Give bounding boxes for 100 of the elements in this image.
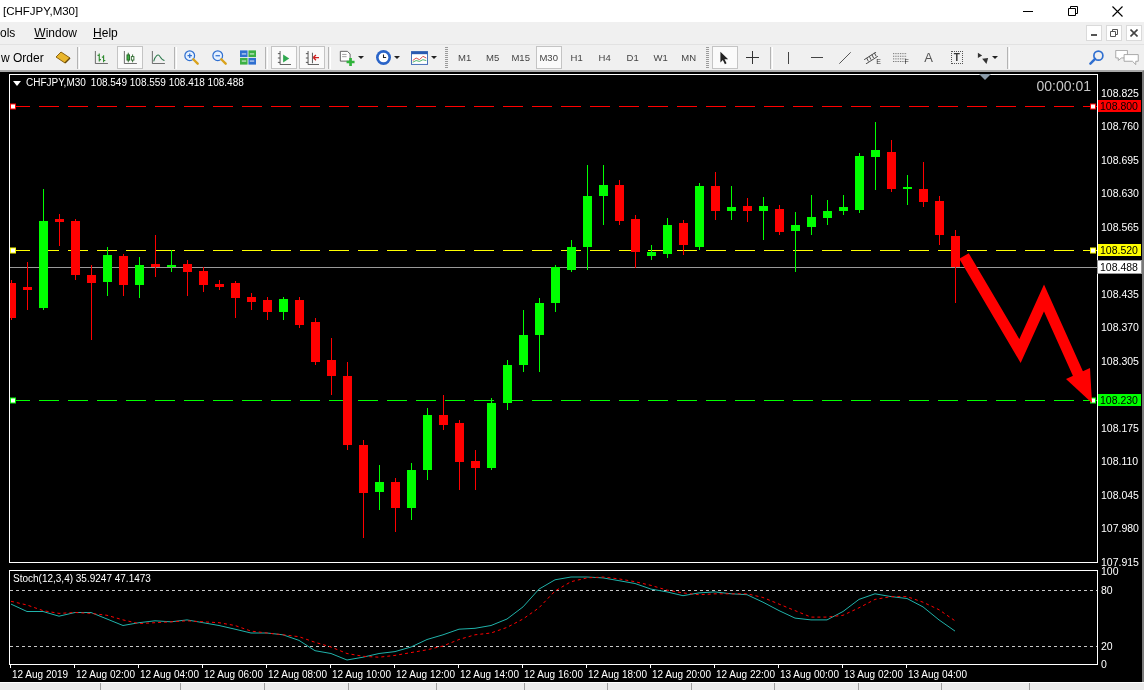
timeframe-tab[interactable]: MN bbox=[675, 46, 702, 69]
candle bbox=[407, 462, 416, 521]
indicator-title: Stoch(12,3,4) 35.9247 47.1473 bbox=[13, 573, 151, 585]
indicator-axis-label: 20 bbox=[1101, 641, 1113, 651]
timeframe-tab[interactable]: M15 bbox=[507, 46, 534, 69]
text-tool-button[interactable]: A bbox=[915, 46, 942, 69]
price-tag: 108.488 bbox=[1098, 261, 1141, 273]
price-axis-label: 107.980 bbox=[1101, 524, 1139, 533]
time-axis-label: 12 Aug 2019 bbox=[12, 669, 69, 680]
price-axis-label: 108.760 bbox=[1101, 122, 1139, 132]
clock-icon bbox=[375, 50, 391, 65]
candle bbox=[199, 266, 208, 293]
bar-countdown: 00:00:01 bbox=[1036, 78, 1091, 94]
candle bbox=[599, 164, 608, 226]
text-label-button[interactable]: T bbox=[943, 46, 970, 69]
timeframe-tab[interactable]: H1 bbox=[563, 46, 590, 69]
candle bbox=[839, 194, 848, 216]
price-axis-label: 108.695 bbox=[1101, 155, 1139, 165]
candle bbox=[10, 279, 16, 321]
zoom-out-icon bbox=[212, 50, 228, 65]
vertical-line-icon bbox=[788, 51, 790, 64]
candle bbox=[567, 239, 576, 273]
candle bbox=[887, 139, 896, 193]
restore-button[interactable] bbox=[1106, 25, 1122, 41]
candle bbox=[615, 179, 624, 226]
menu-item[interactable]: Help bbox=[85, 22, 126, 44]
timeframe-tab[interactable]: M5 bbox=[479, 46, 506, 69]
line-handle-icon[interactable] bbox=[1090, 103, 1096, 110]
candle bbox=[503, 359, 512, 411]
cursor-button[interactable] bbox=[711, 46, 738, 69]
candle bbox=[855, 152, 864, 214]
close-button[interactable] bbox=[1126, 25, 1142, 41]
horizontal-line-icon bbox=[810, 57, 823, 58]
price-axis-label: 107.915 bbox=[1101, 557, 1139, 567]
time-axis-label: 12 Aug 02:00 bbox=[76, 669, 135, 680]
price-tag: 108.520 bbox=[1098, 244, 1141, 256]
candle bbox=[759, 196, 768, 241]
timeframe-tab[interactable]: W1 bbox=[647, 46, 674, 69]
eraser-icon bbox=[54, 51, 71, 64]
candle bbox=[711, 171, 720, 221]
candle bbox=[919, 161, 928, 208]
time-axis-label: 12 Aug 04:00 bbox=[140, 669, 199, 680]
indicator-axis-label: 0 bbox=[1101, 660, 1107, 670]
chart-quote: 108.549 108.559 108.418 108.488 bbox=[90, 77, 244, 89]
candle bbox=[215, 279, 224, 291]
minimize-icon bbox=[1091, 34, 1097, 36]
candle bbox=[807, 194, 816, 236]
price-axis-label: 108.370 bbox=[1101, 323, 1139, 333]
time-axis-label: 12 Aug 10:00 bbox=[332, 669, 391, 680]
time-axis-label: 12 Aug 14:00 bbox=[460, 669, 519, 680]
document-plus-icon bbox=[339, 49, 356, 66]
candle bbox=[71, 218, 80, 281]
candle bbox=[679, 219, 688, 256]
candle bbox=[167, 249, 176, 273]
indicator-axis-label: 80 bbox=[1101, 585, 1113, 595]
price-axis-label: 108.175 bbox=[1101, 423, 1139, 433]
new-order-button[interactable]: w Order bbox=[0, 46, 49, 69]
auto-scroll-button[interactable] bbox=[270, 46, 297, 69]
time-axis-label: 12 Aug 08:00 bbox=[268, 669, 327, 680]
chart-shift-button[interactable] bbox=[298, 46, 325, 69]
candle bbox=[823, 199, 832, 226]
price-axis-label: 108.110 bbox=[1101, 457, 1139, 467]
timeframe-tab[interactable]: H4 bbox=[591, 46, 618, 69]
caret-icon[interactable] bbox=[13, 80, 21, 86]
line-chart-icon bbox=[150, 51, 165, 64]
price-tag: 108.800 bbox=[1098, 100, 1141, 112]
candle bbox=[375, 464, 384, 511]
crosshair-icon bbox=[746, 51, 760, 64]
close-icon bbox=[1112, 5, 1123, 17]
candlestick-button[interactable] bbox=[116, 46, 143, 69]
restore-icon bbox=[1110, 29, 1118, 37]
time-axis-label: 12 Aug 06:00 bbox=[204, 669, 263, 680]
menu-item[interactable]: ols bbox=[0, 22, 27, 44]
time-axis-label: 13 Aug 04:00 bbox=[908, 669, 967, 680]
timeframe-tab[interactable]: M1 bbox=[451, 46, 478, 69]
grid-icon bbox=[239, 50, 256, 65]
candle bbox=[247, 292, 256, 311]
candle bbox=[295, 296, 304, 329]
time-axis-label: 12 Aug 20:00 bbox=[652, 669, 711, 680]
candle bbox=[279, 296, 288, 321]
triangle-marker-icon[interactable] bbox=[979, 74, 991, 80]
time-axis-label: 12 Aug 16:00 bbox=[524, 669, 583, 680]
candle bbox=[231, 280, 240, 319]
candle bbox=[743, 197, 752, 223]
menu-item[interactable]: Window bbox=[26, 22, 86, 44]
timeframe-tab[interactable]: M30 bbox=[535, 46, 562, 69]
timeframe-tab[interactable]: D1 bbox=[619, 46, 646, 69]
shapes-icon bbox=[977, 51, 990, 64]
indicator-axis-label: 100 bbox=[1101, 566, 1119, 576]
candle bbox=[631, 214, 640, 269]
minimize-button[interactable] bbox=[1086, 25, 1102, 41]
line-handle-icon[interactable] bbox=[10, 103, 16, 110]
price-axis-label: 108.305 bbox=[1101, 356, 1139, 366]
candle bbox=[391, 477, 400, 533]
price-axis-label: 108.630 bbox=[1101, 189, 1139, 199]
price-axis-label: 108.565 bbox=[1101, 222, 1139, 232]
candle bbox=[791, 211, 800, 273]
price-axis-label: 108.045 bbox=[1101, 490, 1139, 500]
zoom-in-icon bbox=[184, 50, 200, 65]
chart-window-icon bbox=[410, 50, 428, 65]
